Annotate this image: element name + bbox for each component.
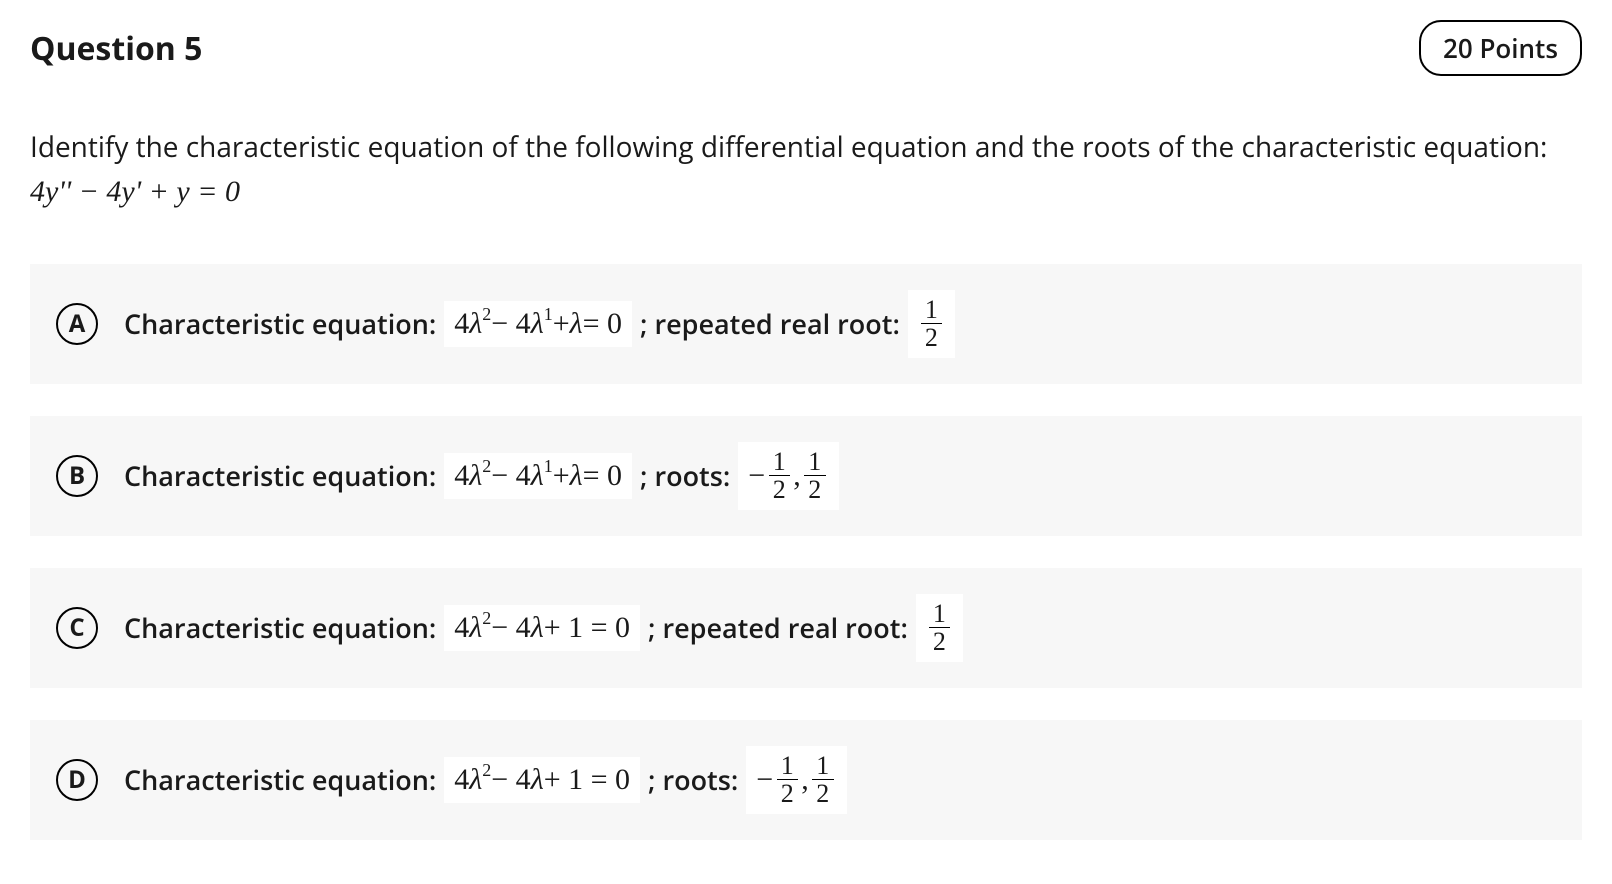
option-c-label: Characteristic equation: — [124, 609, 436, 646]
option-d-roots: −12,12 — [746, 746, 846, 814]
option-b[interactable]: B Characteristic equation: 4λ2 − 4λ1 + λ… — [30, 416, 1582, 536]
option-b-body: Characteristic equation: 4λ2 − 4λ1 + λ =… — [124, 442, 839, 510]
option-a-letter: A — [56, 303, 98, 345]
option-b-equation: 4λ2 − 4λ1 + λ = 0 — [444, 453, 632, 499]
option-d-body: Characteristic equation: 4λ2 − 4λ + 1 = … — [124, 746, 847, 814]
option-b-roots-label: ; roots: — [640, 457, 730, 494]
option-d[interactable]: D Characteristic equation: 4λ2 − 4λ + 1 … — [30, 720, 1582, 840]
option-a-body: Characteristic equation: 4λ2 − 4λ1 + λ =… — [124, 290, 955, 358]
header-row: Question 5 20 Points — [30, 20, 1582, 76]
option-d-label: Characteristic equation: — [124, 761, 436, 798]
prompt-equation: 4y'' − 4y' + y = 0 — [30, 175, 240, 208]
option-b-label: Characteristic equation: — [124, 457, 436, 494]
prompt-text: Identify the characteristic equation of … — [30, 128, 1547, 166]
option-c-roots: 12 — [916, 594, 963, 662]
option-c-body: Characteristic equation: 4λ2 − 4λ + 1 = … — [124, 594, 963, 662]
option-a-roots-label: ; repeated real root: — [640, 305, 900, 342]
question-title: Question 5 — [30, 27, 202, 70]
option-d-roots-label: ; roots: — [648, 761, 738, 798]
option-c-equation: 4λ2 − 4λ + 1 = 0 — [444, 605, 640, 651]
option-a-roots: 12 — [908, 290, 955, 358]
option-c-roots-label: ; repeated real root: — [648, 609, 908, 646]
question-prompt: Identify the characteristic equation of … — [30, 126, 1582, 216]
option-c-letter: C — [56, 607, 98, 649]
option-b-roots: −12,12 — [738, 442, 838, 510]
option-b-letter: B — [56, 455, 98, 497]
option-d-equation: 4λ2 − 4λ + 1 = 0 — [444, 757, 640, 803]
points-badge: 20 Points — [1419, 20, 1582, 76]
option-d-letter: D — [56, 759, 98, 801]
option-c[interactable]: C Characteristic equation: 4λ2 − 4λ + 1 … — [30, 568, 1582, 688]
option-a[interactable]: A Characteristic equation: 4λ2 − 4λ1 + λ… — [30, 264, 1582, 384]
option-a-label: Characteristic equation: — [124, 305, 436, 342]
option-a-equation: 4λ2 − 4λ1 + λ = 0 — [444, 301, 632, 347]
options-list: A Characteristic equation: 4λ2 − 4λ1 + λ… — [30, 264, 1582, 840]
